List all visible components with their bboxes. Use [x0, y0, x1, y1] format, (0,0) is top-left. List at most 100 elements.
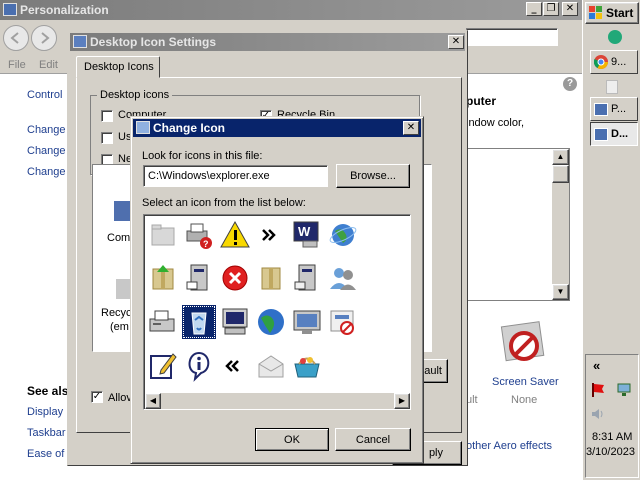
dis-title-bar: Desktop Icon Settings ✕ [70, 33, 465, 51]
search-box[interactable] [466, 28, 558, 46]
note-edit-icon[interactable] [146, 349, 180, 383]
monitor-w-icon[interactable]: W [290, 218, 324, 252]
basket-icon[interactable] [290, 349, 324, 383]
computer-tower-2-icon[interactable] [290, 261, 324, 295]
menu-file[interactable]: File [8, 59, 26, 71]
screen-saver-label[interactable]: Screen Saver [492, 376, 559, 388]
network-icon[interactable] [616, 383, 632, 397]
allow-themes-checkbox[interactable]: ✓ [91, 391, 103, 403]
select-icon-label: Select an icon from the list below: [142, 197, 306, 209]
file-path-input[interactable]: C:\Windows\explorer.exe [143, 165, 328, 187]
dis-title: Desktop Icon Settings [90, 35, 217, 49]
users-icon[interactable] [326, 261, 360, 295]
error-icon[interactable] [218, 261, 252, 295]
scroll-down-button[interactable]: ▼ [552, 284, 569, 300]
back-button[interactable] [3, 25, 29, 51]
change-icon-close-button[interactable]: ✕ [403, 121, 419, 135]
quick-launch-icon[interactable] [608, 30, 622, 44]
screen-saver-icon[interactable] [500, 320, 548, 368]
see-also-ease-link[interactable]: Ease of [27, 448, 64, 460]
change-icon-title: Change Icon [153, 121, 226, 135]
globe-icon[interactable] [326, 218, 360, 252]
ok-label: OK [284, 434, 300, 446]
task-chrome[interactable]: 9... [590, 50, 638, 74]
computer-tower-icon[interactable] [182, 261, 216, 295]
chrome-icon [594, 55, 608, 69]
task-placeholder-icon [606, 80, 618, 94]
control-panel-home-link[interactable]: Control [27, 89, 62, 101]
scroll-right-button[interactable]: ▶ [394, 393, 410, 409]
computer-checkbox[interactable] [101, 110, 113, 122]
browse-button[interactable]: Browse... [336, 164, 410, 188]
help-icon[interactable]: ? [563, 77, 577, 91]
change-icon-title-bar: Change Icon ✕ [133, 119, 421, 137]
task-personalization[interactable]: P... [590, 97, 638, 121]
change-link-2[interactable]: Change [27, 145, 66, 157]
page-heading-fragment: puter [466, 94, 496, 108]
scroll-thumb[interactable] [552, 165, 569, 183]
arrow-right-icon [41, 32, 50, 44]
see-also-heading: See als [27, 384, 69, 398]
fax-icon[interactable] [146, 305, 180, 339]
window-icon [594, 102, 608, 116]
double-chevron-left-icon[interactable] [218, 349, 252, 383]
ok-button[interactable]: OK [255, 428, 329, 451]
cancel-label: Cancel [355, 434, 391, 446]
aero-effects-link[interactable]: other Aero effects [466, 440, 552, 452]
maximize-button[interactable]: ❐ [543, 2, 559, 16]
computer-monitor-icon[interactable] [218, 305, 252, 339]
arrow-left-icon [10, 32, 19, 44]
change-link-1[interactable]: Change [27, 124, 66, 136]
clock-time[interactable]: 8:31 AM [592, 431, 632, 443]
window-icon [3, 3, 17, 16]
look-for-icons-label: Look for icons in this file: [142, 150, 263, 162]
warning-icon[interactable] [218, 218, 252, 252]
action-center-flag-icon[interactable] [591, 383, 605, 397]
taskbar: Start 9... P... D... « 8:31 AM 3/10/2023 [582, 0, 640, 480]
recycle-preview-icon[interactable] [116, 279, 130, 299]
change-link-3[interactable]: Change [27, 166, 66, 178]
dis-tab-label: Desktop Icons [84, 61, 154, 73]
icon-list[interactable]: ? W ◀ ▶ [143, 214, 411, 410]
dis-group-label: Desktop icons [97, 89, 173, 101]
printer-help-icon[interactable]: ? [182, 218, 216, 252]
see-also-taskbar-link[interactable]: Taskbar [27, 427, 66, 439]
folder-icon[interactable] [146, 218, 180, 252]
double-chevron-right-icon[interactable] [254, 218, 288, 252]
minimize-button[interactable]: _ [526, 2, 542, 16]
tray-expand-chevron[interactable]: « [593, 358, 600, 373]
icon-list-hscrollbar[interactable]: ◀ ▶ [145, 393, 410, 409]
window-icon [594, 127, 608, 141]
dis-window-icon [73, 35, 87, 48]
dis-tab[interactable]: Desktop Icons [76, 56, 160, 78]
see-also-display-link[interactable]: Display [27, 406, 63, 418]
monitor-display-icon[interactable] [290, 305, 324, 339]
dis-close-button[interactable]: ✕ [448, 35, 464, 49]
users-files-checkbox[interactable] [101, 132, 113, 144]
envelope-icon[interactable] [254, 349, 288, 383]
info-icon[interactable] [182, 349, 216, 383]
scroll-left-button[interactable]: ◀ [145, 393, 161, 409]
task-personalization-label: P... [611, 103, 627, 115]
volume-icon[interactable] [591, 407, 607, 421]
close-button[interactable]: ✕ [562, 2, 578, 16]
no-image-icon[interactable] [326, 305, 360, 339]
menu-edit[interactable]: Edit [39, 59, 58, 71]
forward-button[interactable] [31, 25, 57, 51]
svg-text:?: ? [203, 239, 209, 249]
browse-label: Browse... [350, 170, 396, 182]
personalization-title: Personalization [20, 3, 109, 17]
recycle-bin-icon[interactable] [182, 305, 216, 339]
clock-date[interactable]: 3/10/2023 [586, 446, 635, 458]
folder-zip-2-icon[interactable] [254, 261, 288, 295]
folder-zip-icon[interactable] [146, 261, 180, 295]
recycle-preview-label: Recyc [101, 307, 132, 319]
cancel-button[interactable]: Cancel [335, 428, 411, 451]
allow-themes-label: Allov [108, 392, 132, 404]
start-button[interactable]: Start [585, 2, 639, 24]
globe-2-icon[interactable] [254, 305, 288, 339]
themes-scrollbar[interactable]: ▲ ▼ [552, 149, 569, 300]
scroll-up-button[interactable]: ▲ [552, 149, 569, 165]
task-desktop-icon-settings[interactable]: D... [590, 122, 638, 146]
personalization-title-bar: Personalization _ ❐ ✕ [0, 0, 582, 20]
